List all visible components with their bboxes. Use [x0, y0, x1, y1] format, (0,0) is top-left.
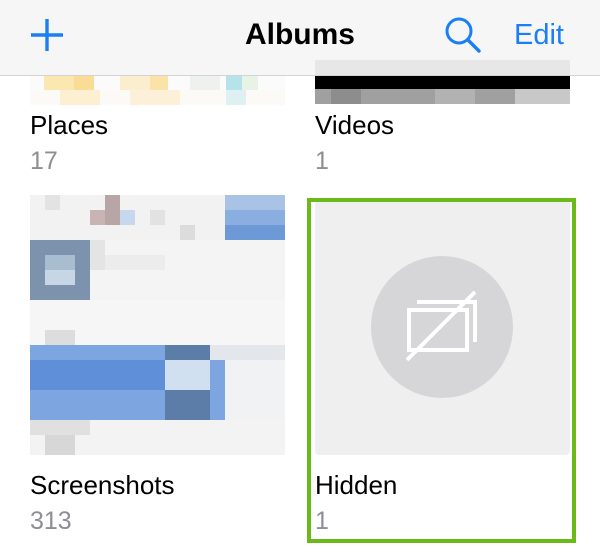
thumb-pixel — [150, 210, 165, 225]
thumb-pixel — [120, 74, 150, 90]
thumb-pixel — [120, 210, 135, 225]
search-button[interactable] — [442, 14, 484, 56]
album-name-videos: Videos — [315, 110, 395, 140]
thumb-pixel — [45, 195, 60, 210]
search-icon — [445, 17, 481, 53]
thumb-pixel — [226, 90, 246, 105]
add-album-button[interactable] — [26, 14, 68, 56]
album-name-places: Places — [30, 110, 109, 140]
thumb-pixel — [165, 360, 210, 390]
thumb-pixel — [45, 330, 75, 345]
thumb-pixel — [45, 270, 75, 285]
thumb-pixel — [44, 74, 74, 90]
thumb-pixel — [45, 255, 75, 270]
thumb-pixel — [225, 225, 285, 240]
album-thumbnail-screenshots[interactable] — [30, 195, 285, 455]
edit-button[interactable]: Edit — [514, 17, 564, 53]
thumb-pixel — [130, 90, 180, 105]
thumb-pixel — [331, 89, 361, 104]
thumb-pixel — [190, 74, 220, 90]
album-count-videos: 1 — [315, 147, 329, 175]
thumb-pixel — [180, 225, 195, 240]
album-count-screenshots: 313 — [30, 507, 72, 535]
thumb-pixel — [60, 90, 100, 105]
thumb-pixel — [30, 360, 165, 390]
thumb-pixel — [242, 74, 258, 90]
thumb-pixel — [74, 74, 94, 90]
thumb-pixel — [30, 420, 90, 435]
navigation-bar: Albums Edit — [0, 0, 600, 76]
thumb-pixel — [90, 210, 105, 225]
thumb-pixel — [225, 195, 285, 210]
thumb-pixel — [435, 89, 475, 104]
thumb-pixel — [210, 345, 285, 360]
thumb-pixel — [105, 255, 165, 270]
thumb-pixel — [515, 89, 570, 104]
thumb-pixel — [225, 210, 285, 225]
album-count-places: 17 — [30, 147, 58, 175]
thumb-pixel — [90, 240, 105, 270]
thumb-pixel — [45, 435, 75, 455]
album-name-screenshots: Screenshots — [30, 470, 175, 500]
thumb-pixel — [150, 74, 168, 90]
hidden-album-highlight — [307, 198, 576, 543]
page-title: Albums — [244, 18, 355, 51]
plus-icon — [31, 19, 63, 51]
thumb-pixel — [226, 74, 242, 90]
thumb-pixel — [105, 195, 120, 225]
thumb-pixel — [225, 360, 285, 420]
